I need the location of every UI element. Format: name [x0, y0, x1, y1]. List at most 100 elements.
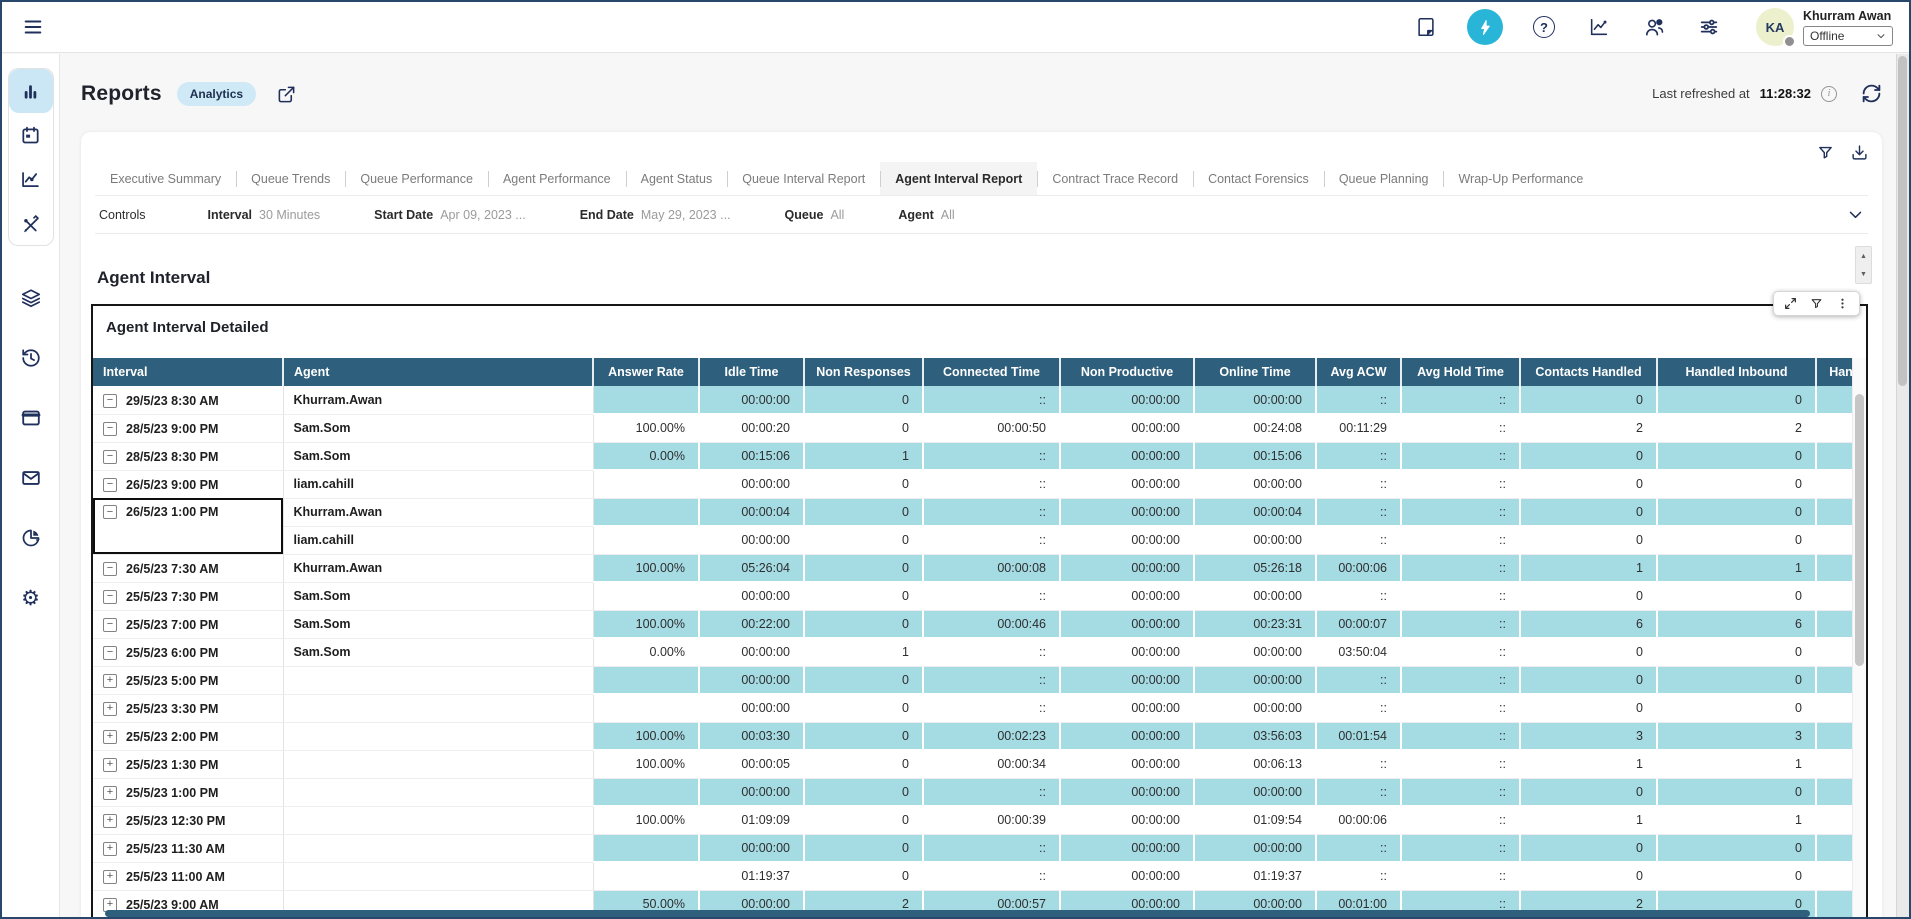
expand-icon[interactable]: +: [103, 870, 117, 884]
value-cell[interactable]: ::: [1401, 470, 1520, 498]
value-cell[interactable]: ::: [923, 386, 1060, 414]
value-cell[interactable]: 00:00:00: [1194, 526, 1316, 554]
value-cell[interactable]: 0: [1520, 862, 1657, 890]
value-cell[interactable]: 100.00%: [593, 610, 699, 638]
value-cell[interactable]: ::: [1401, 834, 1520, 862]
filter-interval[interactable]: Interval30 Minutes: [208, 208, 321, 222]
value-cell[interactable]: [593, 582, 699, 610]
tab-wrap-up-performance[interactable]: Wrap-Up Performance: [1443, 162, 1598, 195]
filter-queue[interactable]: QueueAll: [785, 208, 845, 222]
filter-start-date[interactable]: Start DateApr 09, 2023 ...: [374, 208, 526, 222]
value-cell[interactable]: ::: [1401, 610, 1520, 638]
collapse-icon[interactable]: −: [103, 590, 117, 604]
page-scrollbar-thumb[interactable]: [1898, 56, 1907, 386]
agent-cell[interactable]: [283, 750, 593, 778]
filter-end-date[interactable]: End DateMay 29, 2023 ...: [580, 208, 731, 222]
sidebar-item-workspace[interactable]: [9, 396, 53, 440]
value-cell[interactable]: ::: [1316, 442, 1401, 470]
value-cell[interactable]: 0: [1520, 386, 1657, 414]
value-cell[interactable]: 0: [1657, 498, 1816, 526]
value-cell[interactable]: 0: [1520, 498, 1657, 526]
tab-contract-trace-record[interactable]: Contract Trace Record: [1037, 162, 1193, 195]
value-cell[interactable]: ::: [923, 666, 1060, 694]
value-cell[interactable]: 00:00:39: [923, 806, 1060, 834]
value-cell[interactable]: 01:19:37: [1194, 862, 1316, 890]
value-cell[interactable]: 0: [1520, 470, 1657, 498]
value-cell[interactable]: 00:00:00: [699, 638, 804, 666]
value-cell[interactable]: 0: [1520, 666, 1657, 694]
value-cell[interactable]: [593, 498, 699, 526]
interval-cell[interactable]: −26/5/23 1:00 PM: [93, 498, 283, 554]
value-cell[interactable]: 03:50:04: [1316, 638, 1401, 666]
value-cell[interactable]: 00:00:04: [1194, 498, 1316, 526]
value-cell[interactable]: ::: [923, 778, 1060, 806]
value-cell[interactable]: [593, 778, 699, 806]
value-cell[interactable]: 00:00:00: [1060, 806, 1194, 834]
col-header-answer-rate[interactable]: Answer Rate: [593, 358, 699, 386]
value-cell[interactable]: 6: [1657, 610, 1816, 638]
value-cell[interactable]: 00:00:00: [699, 694, 804, 722]
interval-cell[interactable]: +25/5/23 3:30 PM: [93, 694, 283, 722]
value-cell[interactable]: 00:00:00: [1060, 442, 1194, 470]
col-header-online-time[interactable]: Online Time: [1194, 358, 1316, 386]
value-cell[interactable]: ::: [1401, 498, 1520, 526]
value-cell[interactable]: 1: [804, 638, 923, 666]
value-cell[interactable]: [1816, 778, 1852, 806]
tab-contact-forensics[interactable]: Contact Forensics: [1193, 162, 1324, 195]
expand-icon[interactable]: +: [103, 702, 117, 716]
value-cell[interactable]: 2: [1520, 414, 1657, 442]
value-cell[interactable]: 0: [1657, 666, 1816, 694]
table-vertical-thumb[interactable]: [1855, 394, 1864, 666]
col-header-non-productive[interactable]: Non Productive: [1060, 358, 1194, 386]
value-cell[interactable]: 0: [804, 554, 923, 582]
value-cell[interactable]: 00:15:06: [699, 442, 804, 470]
collapse-icon[interactable]: −: [103, 646, 117, 660]
value-cell[interactable]: 00:00:00: [1194, 638, 1316, 666]
collapse-icon[interactable]: −: [103, 562, 117, 576]
value-cell[interactable]: 00:00:00: [1194, 834, 1316, 862]
section-scrollbar[interactable]: ▲ ▼: [1855, 246, 1872, 284]
value-cell[interactable]: [593, 386, 699, 414]
value-cell[interactable]: 00:00:50: [923, 414, 1060, 442]
value-cell[interactable]: 0: [804, 694, 923, 722]
sidebar-item-history[interactable]: [9, 336, 53, 380]
value-cell[interactable]: 00:00:00: [1194, 386, 1316, 414]
value-cell[interactable]: 0: [804, 414, 923, 442]
col-header-agent[interactable]: Agent: [283, 358, 593, 386]
value-cell[interactable]: ::: [923, 834, 1060, 862]
value-cell[interactable]: 00:00:04: [699, 498, 804, 526]
value-cell[interactable]: 00:00:00: [699, 470, 804, 498]
sidebar-item-design[interactable]: [9, 201, 53, 245]
table-horizontal-scrollbar[interactable]: [105, 910, 1810, 917]
value-cell[interactable]: 00:00:00: [699, 666, 804, 694]
external-link-icon[interactable]: [277, 85, 296, 104]
value-cell[interactable]: 00:00:00: [1060, 386, 1194, 414]
value-cell[interactable]: 0: [1657, 386, 1816, 414]
value-cell[interactable]: 3: [1520, 722, 1657, 750]
value-cell[interactable]: 00:24:08: [1194, 414, 1316, 442]
value-cell[interactable]: 00:00:00: [1060, 862, 1194, 890]
value-cell[interactable]: 00:00:00: [1060, 470, 1194, 498]
value-cell[interactable]: 00:00:46: [923, 610, 1060, 638]
tab-queue-planning[interactable]: Queue Planning: [1324, 162, 1444, 195]
value-cell[interactable]: 2: [1657, 414, 1816, 442]
value-cell[interactable]: ::: [1316, 862, 1401, 890]
value-cell[interactable]: 0: [1520, 582, 1657, 610]
collapse-icon[interactable]: −: [103, 450, 117, 464]
value-cell[interactable]: ::: [1401, 750, 1520, 778]
info-icon[interactable]: i: [1821, 86, 1837, 102]
agent-cell[interactable]: Sam.Som: [283, 610, 593, 638]
value-cell[interactable]: ::: [1316, 778, 1401, 806]
value-cell[interactable]: 0: [804, 582, 923, 610]
value-cell[interactable]: 0.00%: [593, 638, 699, 666]
value-cell[interactable]: 100.00%: [593, 806, 699, 834]
interval-cell[interactable]: −26/5/23 9:00 PM: [93, 470, 283, 498]
value-cell[interactable]: ::: [1316, 834, 1401, 862]
value-cell[interactable]: 1: [1520, 554, 1657, 582]
value-cell[interactable]: [1816, 470, 1852, 498]
value-cell[interactable]: 0: [804, 610, 923, 638]
tab-queue-trends[interactable]: Queue Trends: [236, 162, 345, 195]
tab-agent-status[interactable]: Agent Status: [626, 162, 728, 195]
value-cell[interactable]: ::: [923, 582, 1060, 610]
value-cell[interactable]: ::: [1401, 386, 1520, 414]
